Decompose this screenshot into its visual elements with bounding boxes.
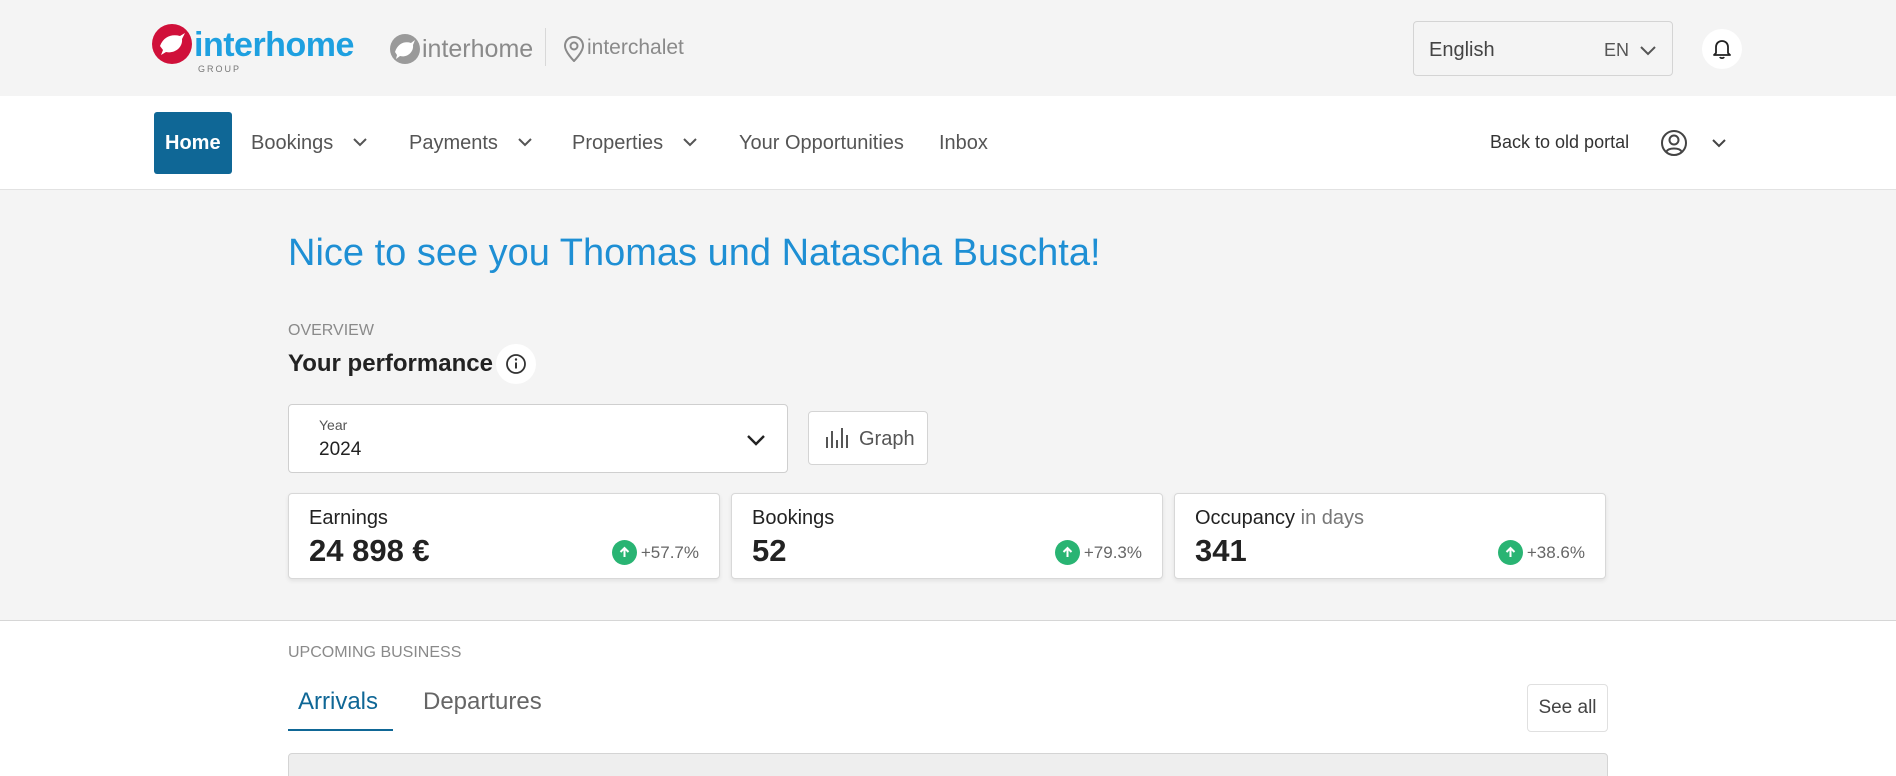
greeting-heading: Nice to see you Thomas und Natascha Busc… [288,232,1101,274]
kpi-title-suffix: in days [1300,507,1364,529]
kpi-delta-value: +38.6% [1526,543,1585,562]
brand-divider [545,28,546,66]
kpi-title: Occupancy in days [1195,506,1364,530]
sub-brand-name: interchalet [587,36,684,59]
chevron-down-icon [683,138,697,147]
nav-item-your-opportunities[interactable]: Your Opportunities [739,112,904,174]
user-menu-button[interactable] [1660,124,1732,162]
nav-item-inbox[interactable]: Inbox [939,112,988,174]
chevron-down-icon [1712,139,1726,148]
period-select-value: 2024 [319,439,362,460]
brand-bar: interhome GROUP interhome interchalet En… [0,0,1896,96]
nav-item-label: Properties [572,132,664,154]
nav-item-label: Home [165,132,221,154]
language-code: EN [1604,40,1630,60]
kpi-title-text: Earnings [309,507,388,529]
nav-item-label: Inbox [939,132,988,154]
upcoming-section-label: UPCOMING BUSINESS [288,644,462,661]
nav-item-label: Bookings [251,132,334,154]
nav-item-label: Your Opportunities [739,132,904,154]
overview-section-label: OVERVIEW [288,322,374,339]
kpi-title: Bookings [752,506,834,530]
performance-info-button[interactable] [496,344,536,384]
nav-item-home[interactable]: Home [154,112,232,174]
kpi-title: Earnings [309,506,388,530]
bird-logo-icon [390,34,420,64]
kpi-delta-value: +79.3% [1083,543,1142,562]
interchalet-logo[interactable]: interchalet [563,34,684,64]
period-select[interactable]: Year 2024 [288,404,788,473]
active-tab-indicator [288,729,393,731]
graph-button[interactable]: Graph [808,411,928,465]
brand-group-label: GROUP [198,64,242,74]
nav-item-payments[interactable]: Payments [409,112,534,174]
nav-item-properties[interactable]: Properties [572,112,699,174]
kpi-value: 52 [752,533,787,568]
nav-item-label: Payments [409,132,498,154]
bird-logo-icon [152,24,192,64]
arrow-up-icon [1497,540,1523,566]
kpi-delta: +57.7% [611,540,699,566]
chevron-down-icon [353,138,367,147]
nav-item-bookings[interactable]: Bookings [251,112,369,174]
see-all-button[interactable]: See all [1527,684,1608,732]
brand-name: interhome [194,26,354,64]
chevron-down-icon [517,138,532,147]
back-to-old-portal-link[interactable]: Back to old portal [1490,130,1629,154]
tab-departures[interactable]: Departures [423,687,542,717]
interhome-group-logo[interactable]: interhome GROUP [152,24,354,74]
kpi-title-text: Occupancy [1195,507,1296,529]
upcoming-business-section: UPCOMING BUSINESS Arrivals Departures Se… [0,620,1896,776]
bell-icon [1713,40,1731,60]
location-pin-icon [563,36,585,62]
kpi-delta: +79.3% [1054,540,1142,566]
bar-chart-icon [826,428,848,448]
language-label: English [1429,39,1495,61]
performance-title: Your performance [288,350,493,377]
sub-brand-name: interhome [422,35,534,63]
notifications-button[interactable] [1702,29,1742,69]
kpi-delta: +38.6% [1497,540,1585,566]
kpi-delta-value: +57.7% [640,543,699,562]
chevron-down-icon [1640,46,1656,56]
kpi-card-occupancy[interactable]: Occupancy in days 341 +38.6% [1174,493,1606,579]
interhome-sub-logo[interactable]: interhome [390,30,540,66]
info-icon [506,354,526,374]
kpi-value: 24 898 € [309,533,430,568]
tab-arrivals[interactable]: Arrivals [298,687,378,717]
user-avatar-icon [1661,130,1687,156]
graph-button-label: Graph [859,428,915,450]
kpi-title-text: Bookings [752,507,835,529]
language-select[interactable]: English EN [1413,21,1673,76]
kpi-card-earnings[interactable]: Earnings 24 898 € +57.7% [288,493,720,579]
main-nav: Home Bookings Payments Properties Your O… [0,96,1896,190]
arrow-up-icon [1054,540,1080,566]
period-select-label: Year [319,417,348,433]
kpi-value: 341 [1195,533,1247,568]
kpi-card-bookings[interactable]: Bookings 52 +79.3% [731,493,1163,579]
arrow-up-icon [611,540,637,566]
arrivals-table-header [288,753,1608,776]
chevron-down-icon [747,435,765,446]
